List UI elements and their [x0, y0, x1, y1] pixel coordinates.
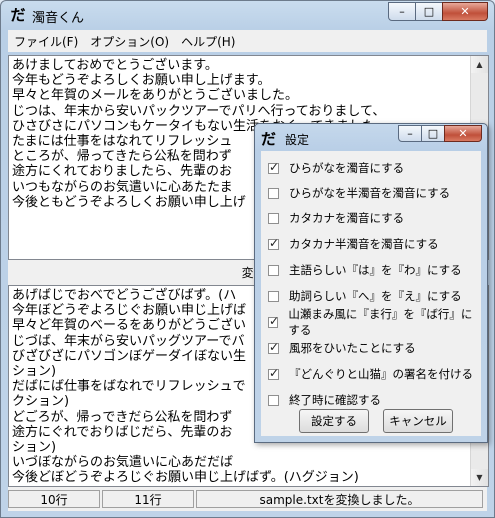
cancel-button[interactable]: キャンセル	[383, 409, 453, 433]
menu-bar: ファイル(F) オプション(O) ヘルプ(H)	[8, 30, 487, 52]
menu-options[interactable]: オプション(O)	[84, 33, 175, 50]
checkbox[interactable]	[268, 264, 279, 276]
minimize-icon: –	[399, 5, 405, 18]
dialog-close-button[interactable]: ✕	[444, 125, 482, 142]
option-label: ひらがなを濁音にする	[289, 161, 405, 175]
option-hiragana-handakuon[interactable]: ひらがなを半濁音を濁音にする	[268, 184, 450, 202]
option-hiragana-dakuon[interactable]: ✓ ひらがなを濁音にする	[268, 159, 404, 177]
option-label: 助詞らしい『へ』を『え』にする	[289, 289, 462, 303]
checkbox[interactable]: ✓	[268, 235, 280, 250]
title-bar[interactable]: だ 濁音くん – □ ✕	[1, 1, 494, 29]
option-label: 主語らしい『は』を『わ』にする	[289, 263, 462, 277]
checkbox[interactable]	[268, 212, 279, 224]
checkmark-icon: ✓	[269, 365, 280, 380]
option-ma-row-to-ba-row[interactable]: ✓ 山瀬まみ風に『ま行』を『ば行』にする	[268, 307, 481, 337]
option-caught-cold[interactable]: ✓ 風邪をひいたことにする	[268, 339, 416, 357]
dialog-maximize-button[interactable]: □	[421, 125, 445, 142]
dialog-window-controls: – □ ✕	[398, 125, 482, 144]
checkbox[interactable]	[268, 290, 279, 302]
option-katakana-dakuon[interactable]: カタカナを濁音にする	[268, 209, 404, 227]
option-label: 風邪をひいたことにする	[289, 341, 416, 355]
scroll-down-icon[interactable]: ▼	[471, 469, 488, 486]
option-katakana-handakuon[interactable]: ✓ カタカナ半濁音を濁音にする	[268, 235, 439, 253]
maximize-icon: □	[427, 127, 439, 140]
scroll-up-icon[interactable]: ▲	[471, 56, 488, 73]
menu-file[interactable]: ファイル(F)	[8, 33, 84, 50]
app-icon: だ	[10, 6, 26, 24]
checkbox[interactable]	[268, 394, 279, 406]
checkbox[interactable]: ✓	[268, 159, 280, 174]
dialog-app-icon: だ	[261, 130, 277, 148]
status-source-lines: 10行	[8, 490, 100, 508]
maximize-icon: □	[423, 5, 435, 18]
menu-help[interactable]: ヘルプ(H)	[175, 33, 241, 50]
settings-options-panel: ✓ ひらがなを濁音にする ひらがなを半濁音を濁音にする カタカナを濁音にする ✓ カ…	[261, 151, 481, 436]
option-label: カタカナ半濁音を濁音にする	[289, 237, 439, 251]
settings-dialog: だ 設定 – □ ✕ ✓ ひらがなを濁音にする ひらがなを半濁音を濁音にする カタ…	[254, 123, 488, 443]
option-label: カタカナを濁音にする	[289, 211, 405, 225]
checkmark-icon: ✓	[269, 339, 280, 354]
window-title: 濁音くん	[32, 11, 85, 26]
dialog-title: 設定	[285, 133, 310, 147]
checkbox[interactable]: ✓	[268, 313, 280, 328]
option-label: 『どんぐりと山猫』の署名を付ける	[289, 367, 473, 381]
option-particle-he-to-e[interactable]: 助詞らしい『へ』を『え』にする	[268, 287, 462, 305]
option-add-signature[interactable]: ✓ 『どんぐりと山猫』の署名を付ける	[268, 365, 473, 383]
checkmark-icon: ✓	[269, 235, 280, 250]
checkmark-icon: ✓	[269, 313, 280, 328]
option-label: ひらがなを半濁音を濁音にする	[289, 186, 451, 200]
close-icon: ✕	[460, 5, 470, 18]
option-label: 山瀬まみ風に『ま行』を『ば行』にする	[288, 307, 473, 337]
checkbox[interactable]: ✓	[268, 339, 280, 354]
minimize-button[interactable]: –	[388, 2, 416, 21]
option-label: 終了時に確認する	[289, 393, 381, 407]
close-icon: ✕	[458, 127, 468, 140]
checkbox[interactable]: ✓	[268, 365, 280, 380]
option-subject-ha-to-wa[interactable]: 主語らしい『は』を『わ』にする	[268, 261, 462, 279]
checkbox[interactable]	[268, 187, 279, 199]
minimize-icon: –	[407, 127, 413, 140]
close-button[interactable]: ✕	[442, 2, 488, 21]
window-controls: – □ ✕	[388, 2, 488, 21]
status-message: sample.txtを変換しました。	[196, 490, 483, 508]
maximize-button[interactable]: □	[415, 2, 443, 21]
status-result-lines: 11行	[102, 490, 194, 508]
option-confirm-on-exit[interactable]: 終了時に確認する	[268, 391, 381, 409]
apply-button[interactable]: 設定する	[299, 409, 369, 433]
checkmark-icon: ✓	[269, 159, 280, 174]
status-bar: 10行 11行 sample.txtを変換しました。	[8, 487, 487, 511]
dialog-minimize-button[interactable]: –	[398, 125, 422, 142]
